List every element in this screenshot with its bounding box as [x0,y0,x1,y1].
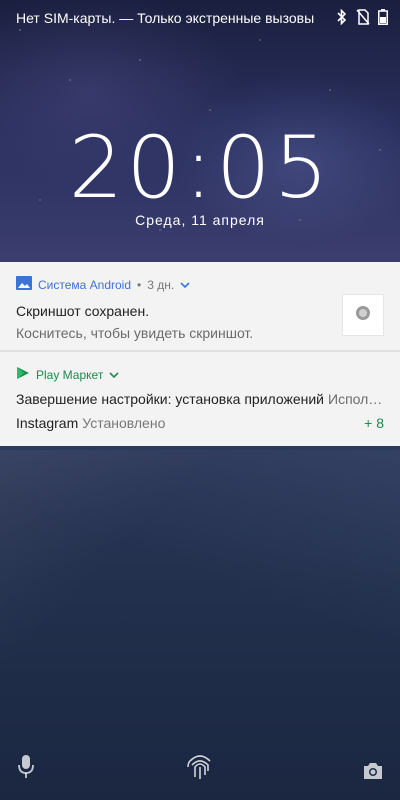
chevron-down-icon[interactable] [109,368,119,382]
notification-title: Завершение настройки: установка приложен… [16,391,324,407]
more-count: + 8 [364,415,384,431]
bluetooth-icon [336,8,348,28]
notification-header: Play Маркет [16,366,384,383]
notification-age: 3 дн. [147,277,175,292]
notification-app-name: Система Android [38,277,132,292]
installed-app-name: Instagram [16,415,79,431]
notification-title-extra: Исполь... [328,391,384,407]
separator-dot: • [137,277,142,292]
status-bar: Нет SIM-карты. — Только экстренные вызов… [0,0,400,36]
camera-icon[interactable] [362,761,384,786]
microphone-icon[interactable] [16,753,36,786]
notification-play-market[interactable]: Play Маркет Завершение настройки: устано… [0,352,400,446]
image-icon [16,276,32,293]
play-store-icon [16,366,30,383]
status-text: Нет SIM-карты. — Только экстренные вызов… [16,10,315,26]
status-icons [336,8,388,28]
notification-screenshot[interactable]: Система Android • 3 дн. Скриншот сохране… [0,262,400,350]
notification-app-name: Play Маркет [36,367,104,382]
no-sim-icon [356,8,370,28]
installed-app-status: Установлено [82,415,166,431]
notification-header: Система Android • 3 дн. [16,276,384,293]
wallpaper-ice [0,450,400,800]
lockscreen-date: Среда, 11 апреля [135,212,265,228]
battery-icon [378,8,388,28]
notification-text: Коснитесь, чтобы увидеть скриншот. [16,325,254,341]
lockscreen-shortcuts [0,752,400,786]
fingerprint-icon[interactable] [186,751,214,786]
notification-title: Скриншот сохранен. [16,303,150,319]
lockscreen-clock: 20:05 [68,118,332,218]
notification-app-row: Instagram Установлено + 8 [16,415,384,431]
chevron-down-icon[interactable] [180,278,190,292]
screenshot-thumbnail[interactable] [342,294,384,336]
notification-title-row: Завершение настройки: установка приложен… [16,391,384,407]
